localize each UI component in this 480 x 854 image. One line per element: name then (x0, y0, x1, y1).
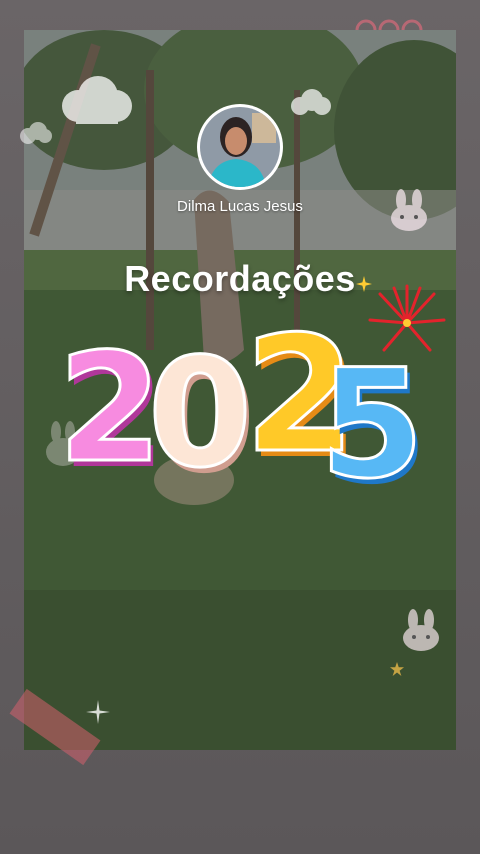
story-canvas: Dilma Lucas Jesus Recordações 2 2 0 0 2 … (0, 0, 480, 854)
svg-text:0: 0 (148, 327, 252, 501)
star-small-icon (390, 662, 404, 676)
digit-5: 5 5 (318, 337, 428, 519)
sparkle-glow-icon (86, 700, 110, 724)
svg-text:5: 5 (320, 338, 424, 512)
svg-text:2: 2 (58, 322, 162, 496)
digit-0: 0 0 (146, 326, 256, 508)
